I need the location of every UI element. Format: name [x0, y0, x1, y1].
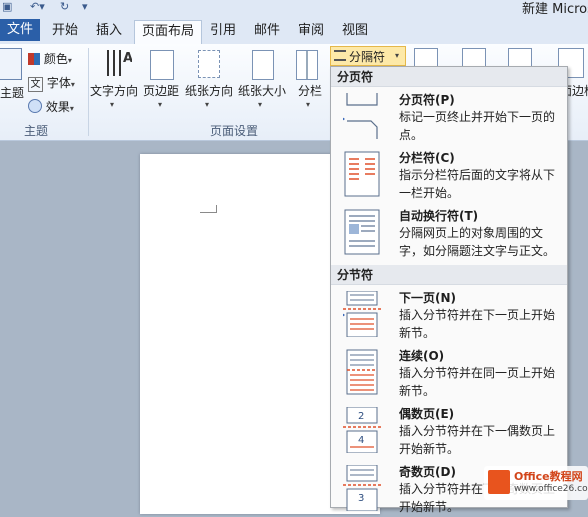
effects-icon — [28, 99, 42, 113]
tab-file[interactable]: 文件 — [0, 19, 40, 41]
odd-page-icon: 3 — [343, 465, 381, 511]
text-wrap-icon — [344, 209, 380, 255]
themes-icon[interactable] — [0, 48, 22, 80]
margins-icon — [150, 50, 174, 80]
theme-fonts-button[interactable]: 文 字体▾ — [28, 74, 75, 92]
orientation-icon — [198, 50, 220, 78]
group-divider — [88, 48, 89, 136]
page-setup-group-label: 页面设置 — [210, 124, 259, 138]
font-icon: 文 — [28, 77, 43, 92]
menu-item-text-wrapping-break[interactable]: 自动换行符(T) 分隔网页上的对象周围的文 字，如分隔题注文字与正文。 — [331, 207, 567, 261]
text-direction-icon: A — [104, 48, 133, 80]
svg-text:4: 4 — [358, 435, 364, 446]
page-break-icon — [343, 93, 378, 139]
ribbon-tabs: 文件 开始 插入 页面布局 引用 邮件 审阅 视图 — [0, 17, 588, 45]
office-logo-icon — [488, 470, 510, 494]
even-page-icon: 2 4 — [343, 407, 381, 453]
document-title: 新建 Micros — [522, 2, 588, 17]
svg-text:2: 2 — [358, 411, 364, 422]
breaks-menu: 分页符 分页符(P) 标记一页终止并开始下一页的 点。 分栏符(C) 指示分栏符… — [330, 66, 568, 514]
menu-item-next-page[interactable]: 下一页(N) 插入分节符并在下一页上开始 新节。 — [331, 289, 567, 343]
site-watermark: Office教程网 www.office26.com — [484, 466, 588, 500]
tab-review[interactable]: 审阅 — [296, 21, 326, 41]
column-break-icon — [344, 151, 380, 197]
undo-icon[interactable]: ↶▾ — [30, 0, 45, 13]
columns-icon — [296, 50, 318, 80]
menu-item-even-page[interactable]: 2 4 偶数页(E) 插入分节符并在下一偶数页上 开始新节。 — [331, 405, 567, 459]
theme-colors-button[interactable]: 颜色▾ — [28, 50, 72, 67]
section-header-section-breaks: 分节符 — [331, 265, 567, 285]
tab-home[interactable]: 开始 — [50, 21, 80, 41]
breaks-icon — [334, 50, 346, 61]
save-icon[interactable]: ▣ — [2, 0, 12, 13]
chevron-down-icon: ▾ — [258, 100, 263, 109]
menu-item-page-break[interactable]: 分页符(P) 标记一页终止并开始下一页的 点。 — [331, 91, 567, 145]
chevron-down-icon: ▾ — [395, 51, 400, 60]
theme-effects-button[interactable]: 效果▾ — [28, 98, 74, 115]
chevron-down-icon: ▾ — [306, 100, 311, 109]
paper-size-button[interactable]: 纸张大小 — [238, 82, 286, 99]
next-page-icon — [343, 291, 381, 337]
tab-insert[interactable]: 插入 — [94, 21, 124, 41]
title-bar: ▣ ↶▾ ↻ ▾ 新建 Micros — [0, 0, 588, 17]
menu-item-continuous[interactable]: 连续(O) 插入分节符并在同一页上开始 新节。 — [331, 347, 567, 401]
tab-page-layout[interactable]: 页面布局 — [134, 20, 202, 45]
orientation-button[interactable]: 纸张方向 — [185, 82, 233, 99]
paper-size-icon — [252, 50, 274, 80]
breaks-button[interactable]: 分隔符 ▾ — [330, 46, 406, 66]
chevron-down-icon: ▾ — [205, 100, 210, 109]
chevron-down-icon: ▾ — [110, 100, 115, 109]
continuous-icon — [346, 349, 378, 395]
chevron-down-icon: ▾ — [158, 100, 163, 109]
margins-button[interactable]: 页边距 — [143, 82, 179, 99]
margin-marker — [200, 212, 216, 213]
tab-mailings[interactable]: 邮件 — [252, 21, 282, 41]
redo-icon[interactable]: ↻ — [60, 0, 69, 13]
margin-marker — [216, 205, 217, 213]
themes-button[interactable]: 主题 — [0, 84, 24, 101]
tab-references[interactable]: 引用 — [208, 21, 238, 41]
themes-group-label: 主题 — [24, 124, 49, 138]
palette-icon — [28, 53, 40, 65]
menu-item-column-break[interactable]: 分栏符(C) 指示分栏符后面的文字将从下 一栏开始。 — [331, 149, 567, 203]
section-header-page-breaks: 分页符 — [331, 67, 567, 87]
columns-button[interactable]: 分栏 — [298, 82, 322, 99]
text-direction-button[interactable]: 文字方向 — [90, 82, 138, 99]
svg-text:3: 3 — [358, 493, 364, 504]
customize-quick-access-icon[interactable]: ▾ — [82, 0, 88, 13]
tab-view[interactable]: 视图 — [340, 21, 370, 41]
svg-text:A: A — [123, 51, 132, 66]
